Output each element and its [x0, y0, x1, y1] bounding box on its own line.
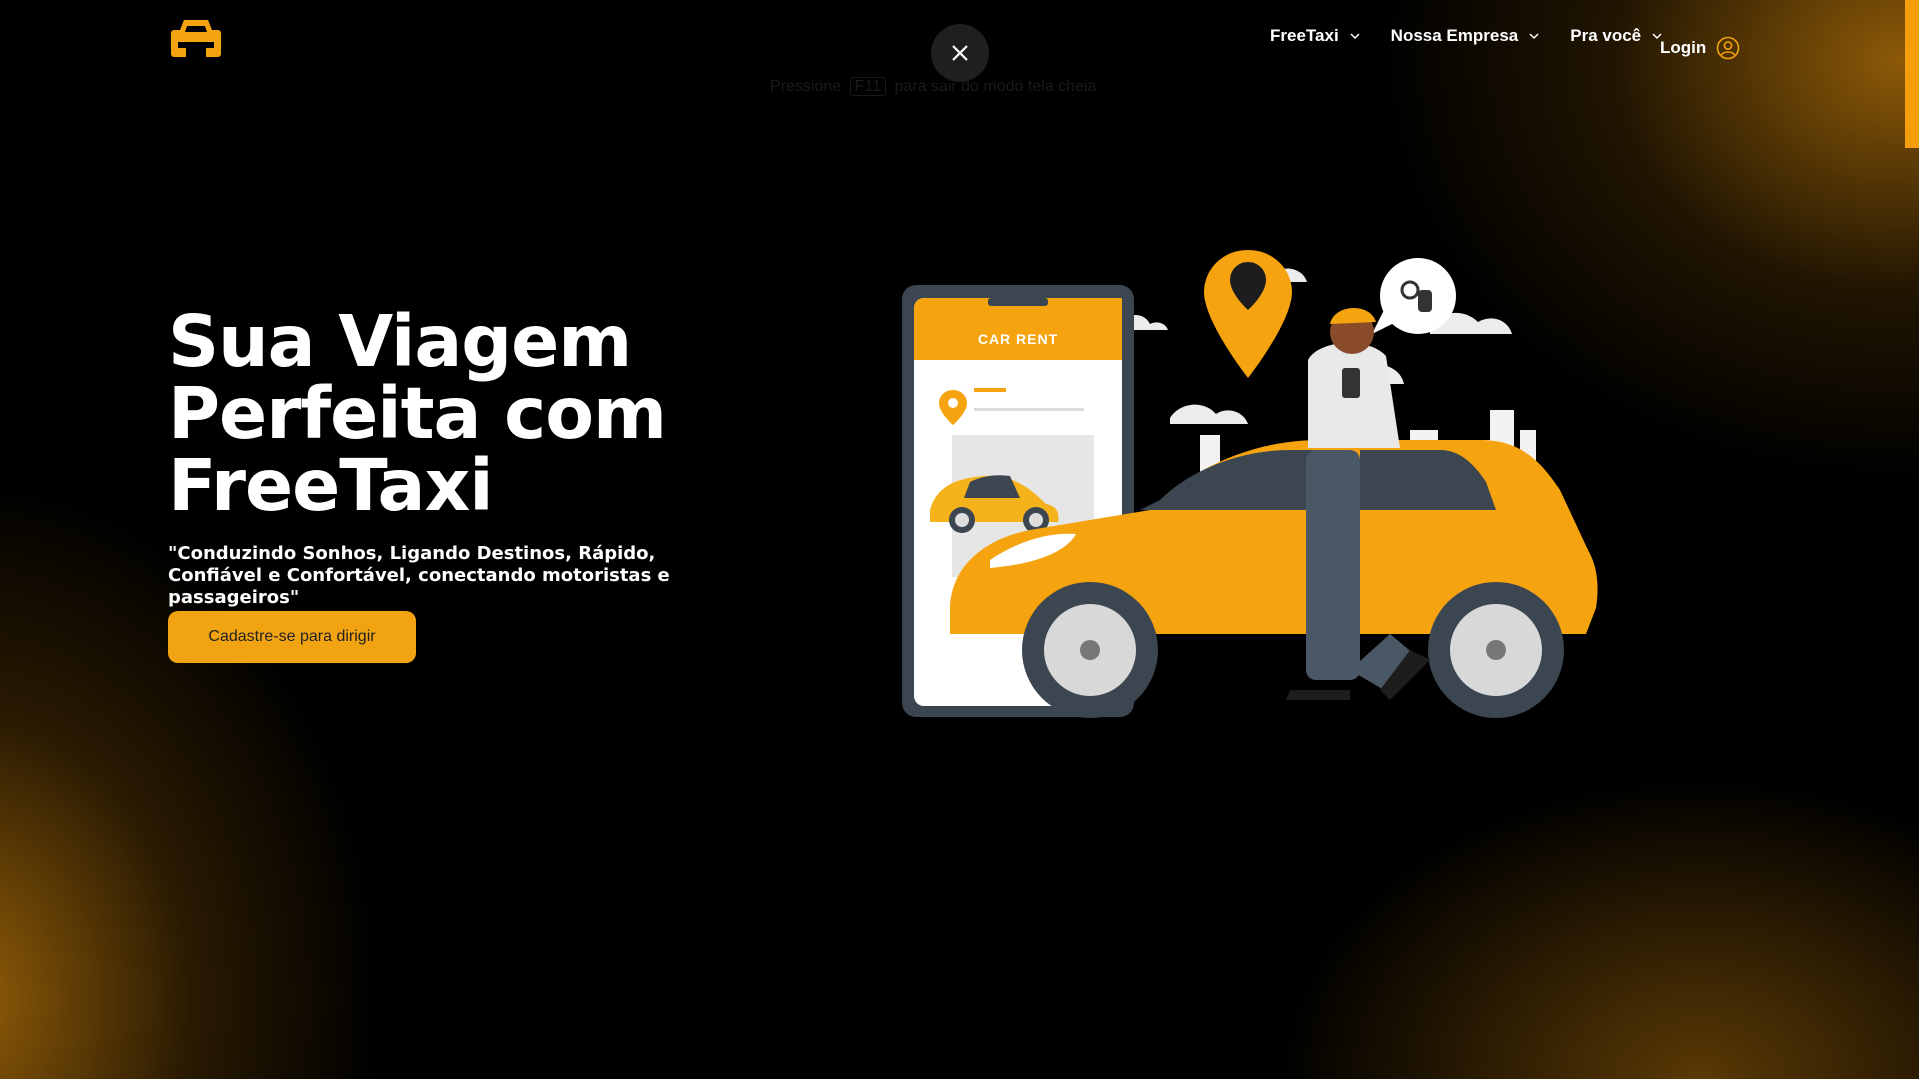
signup-driver-button[interactable]: Cadastre-se para dirigir: [168, 611, 416, 663]
exit-fullscreen-button[interactable]: [931, 24, 989, 82]
chevron-down-icon: [1350, 33, 1360, 40]
nav-item-label: Pra você: [1570, 26, 1642, 45]
close-icon: [952, 45, 968, 61]
taxi-logo-icon[interactable]: [170, 18, 222, 60]
login-label: Login: [1660, 38, 1707, 57]
login-button[interactable]: Login: [1660, 36, 1740, 60]
hero-title: Sua Viagem Perfeita com FreeTaxi: [168, 306, 788, 522]
car-rent-illustration: CAR RENT: [902, 250, 1598, 718]
user-circle-icon: [1716, 36, 1740, 60]
phone-header-text: CAR RENT: [978, 331, 1058, 347]
chevron-down-icon: [1529, 33, 1539, 40]
main-nav: FreeTaxi Nossa Empresa Pra você: [1270, 26, 1663, 46]
hero-title-line: Sua Viagem: [168, 300, 632, 383]
nav-item-label: FreeTaxi: [1270, 26, 1339, 45]
location-pin: [1204, 250, 1292, 378]
key-bubble: [1372, 258, 1456, 334]
fullscreen-hint-key: F11: [849, 77, 886, 96]
fullscreen-hint: Pressione F11 para sair do modo tela che…: [770, 77, 1097, 96]
fullscreen-hint-prefix: Pressione: [770, 78, 842, 95]
nav-item-freetaxi[interactable]: FreeTaxi: [1270, 26, 1361, 46]
hero-subtitle: "Conduzindo Sonhos, Ligando Destinos, Rá…: [168, 543, 670, 608]
nav-item-label: Nossa Empresa: [1390, 26, 1519, 45]
fullscreen-hint-suffix: para sair do modo tela cheia: [894, 78, 1097, 95]
scrollbar[interactable]: [1905, 0, 1919, 1079]
nav-item-pra-voce[interactable]: Pra você: [1570, 26, 1663, 46]
hero-title-line: FreeTaxi: [168, 444, 494, 527]
nav-item-nossa-empresa[interactable]: Nossa Empresa: [1391, 26, 1541, 46]
hero-title-line: Perfeita com: [168, 372, 667, 455]
